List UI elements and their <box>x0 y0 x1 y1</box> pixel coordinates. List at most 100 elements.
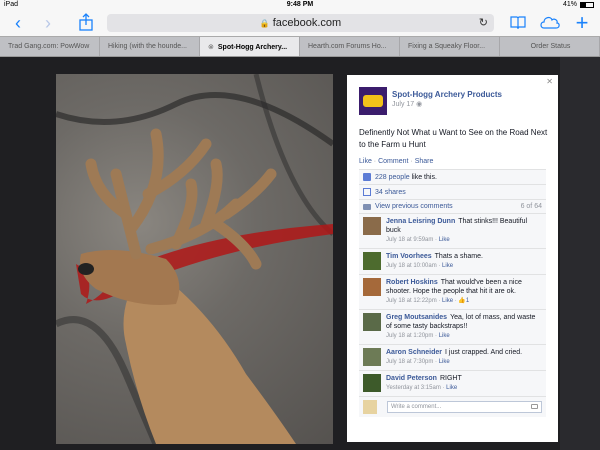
browser-toolbar: ‹ › 🔒 facebook.com ↻ + <box>0 10 600 36</box>
tab-order-status[interactable]: Order Status <box>500 37 600 56</box>
comment-item: Robert Hoskins That would've been a nice … <box>359 275 546 310</box>
comment-item: Tim Voorhees Thats a shame. July 18 at 10… <box>359 249 546 275</box>
commenter-avatar[interactable] <box>363 374 381 392</box>
post-header: Spot-Hogg Archery Products July 17 ◉ <box>359 87 502 115</box>
share-icon[interactable] <box>76 13 96 33</box>
reload-icon[interactable]: ↻ <box>479 14 488 32</box>
separator-dot: · <box>373 158 377 165</box>
close-icon[interactable]: ✕ <box>546 77 553 86</box>
comment-input[interactable]: Write a comment... <box>387 401 542 413</box>
comment-item: David Peterson RIGHT Yesterday at 3:15am … <box>359 371 546 397</box>
comment-author[interactable]: Aaron Schneider <box>386 349 442 356</box>
comment-time[interactable]: July 18 at 10:00am <box>386 263 437 269</box>
comment-text: Thats a shame. <box>434 253 483 260</box>
post-text: Definently Not What u Want to See on the… <box>359 128 548 149</box>
comment-item: Greg Moutsanides Yea, lot of mass, and wa… <box>359 310 546 345</box>
tab-label: Order Status <box>530 43 571 50</box>
comment-time[interactable]: July 18 at 12:22pm <box>386 298 437 304</box>
post-date-text: July 17 <box>392 101 415 108</box>
comment-like-link[interactable]: Like <box>439 237 450 243</box>
comment-link[interactable]: Comment <box>378 158 408 165</box>
commenter-avatar[interactable] <box>363 278 381 296</box>
page-background-right <box>560 57 600 450</box>
comment-author[interactable]: David Peterson <box>386 375 437 382</box>
view-comments-row: View previous comments 6 of 64 <box>359 200 546 214</box>
comment-author[interactable]: Jenna Leisring Dunn <box>386 218 455 225</box>
shares-row: 34 shares <box>359 185 546 200</box>
tab-label: Spot-Hogg Archery... <box>217 44 288 51</box>
icloud-icon[interactable] <box>538 13 562 33</box>
globe-icon: ◉ <box>416 101 423 108</box>
new-tab-icon[interactable]: + <box>572 12 592 34</box>
comment-time[interactable]: July 18 at 7:30pm <box>386 359 433 365</box>
my-avatar <box>363 400 377 414</box>
tab-label: Trad Gang.com: PowWow <box>8 43 90 50</box>
comment-like-link[interactable]: Like <box>442 263 453 269</box>
view-previous-comments-link[interactable]: View previous comments <box>375 203 453 210</box>
comment-time[interactable]: July 18 at 1:20pm <box>386 333 433 339</box>
bookmarks-icon[interactable] <box>508 13 528 33</box>
deer-photo-illustration <box>56 74 333 444</box>
feedback-section: 228 people like this. 34 shares View pre… <box>359 169 546 417</box>
comment-like-link[interactable]: Like <box>439 359 450 365</box>
page-name-link[interactable]: Spot-Hogg Archery Products <box>392 90 502 99</box>
comment-time[interactable]: Yesterday at 3:15am <box>386 385 441 391</box>
share-count-icon <box>363 188 371 196</box>
post-date[interactable]: July 17 ◉ <box>392 100 502 108</box>
comment-time[interactable]: July 18 at 9:59am <box>386 237 433 243</box>
comment-text: I just crapped. And cried. <box>445 349 523 356</box>
commenter-avatar[interactable] <box>363 348 381 366</box>
comment-author[interactable]: Greg Moutsanides <box>386 314 447 321</box>
forward-icon[interactable]: › <box>38 13 58 33</box>
url-text: facebook.com <box>272 17 342 29</box>
tab-hearth[interactable]: Hearth.com Forums Ho... <box>300 37 400 56</box>
back-icon[interactable]: ‹ <box>8 13 28 33</box>
page-avatar[interactable] <box>359 87 387 115</box>
commenter-avatar[interactable] <box>363 313 381 331</box>
comments-count: 6 of 64 <box>520 203 542 210</box>
like-link[interactable]: Like <box>359 158 372 165</box>
comment-like-count[interactable]: 1 <box>466 298 469 304</box>
comments-icon <box>363 203 371 210</box>
comment-like-link[interactable]: Like <box>442 298 453 304</box>
likes-count-link[interactable]: 228 people <box>375 174 410 181</box>
likes-row: 228 people like this. <box>359 170 546 185</box>
status-bar: iPad 9:48 PM 41% <box>0 0 600 10</box>
tab-bar: Trad Gang.com: PowWow Hiking (with the h… <box>0 36 600 57</box>
comment-author[interactable]: Tim Voorhees <box>386 253 432 260</box>
tab-tradgang[interactable]: Trad Gang.com: PowWow <box>0 37 100 56</box>
battery-status: 41% <box>563 1 594 8</box>
battery-percent: 41% <box>562 1 577 8</box>
comment-author[interactable]: Robert Hoskins <box>386 279 438 286</box>
close-tab-icon[interactable]: ⊗ <box>208 44 214 51</box>
comment-like-icon: 👍 <box>458 298 466 304</box>
write-comment-row: Write a comment... <box>359 397 546 417</box>
address-bar[interactable]: 🔒 facebook.com ↻ <box>107 14 494 32</box>
commenter-avatar[interactable] <box>363 252 381 270</box>
tab-hiking[interactable]: Hiking (with the hounde... <box>100 37 200 56</box>
shares-link[interactable]: 34 shares <box>375 189 406 196</box>
separator-dot: · <box>410 158 413 165</box>
tab-spot-hogg[interactable]: ⊗ Spot-Hogg Archery... <box>200 37 300 56</box>
tab-label: Hiking (with the hounde... <box>108 43 187 50</box>
tab-squeaky-floor[interactable]: Fixing a Squeaky Floor... <box>400 37 500 56</box>
comment-text: RIGHT <box>439 375 462 382</box>
tab-label: Fixing a Squeaky Floor... <box>408 43 486 50</box>
thumbs-up-icon <box>363 173 371 181</box>
lock-icon: 🔒 <box>259 19 270 28</box>
facebook-post-panel: ✕ Spot-Hogg Archery Products July 17 ◉ D… <box>347 75 558 442</box>
comment-like-link[interactable]: Like <box>439 333 450 339</box>
clock: 9:48 PM <box>286 1 314 8</box>
battery-icon <box>580 1 594 8</box>
post-photo[interactable] <box>56 74 333 444</box>
share-link[interactable]: Share <box>415 158 434 165</box>
commenter-avatar[interactable] <box>363 217 381 235</box>
comment-input-placeholder: Write a comment... <box>391 404 442 410</box>
comment-like-link[interactable]: Like <box>446 385 457 391</box>
post-actions: Like · Comment · Share <box>359 158 433 165</box>
comment-item: Jenna Leisring Dunn That stinks!!! Beauti… <box>359 214 546 249</box>
camera-icon[interactable] <box>531 404 538 409</box>
likes-suffix: like this. <box>411 173 437 181</box>
comment-item: Aaron Schneider I just crapped. And cried… <box>359 345 546 371</box>
tab-label: Hearth.com Forums Ho... <box>308 43 387 50</box>
